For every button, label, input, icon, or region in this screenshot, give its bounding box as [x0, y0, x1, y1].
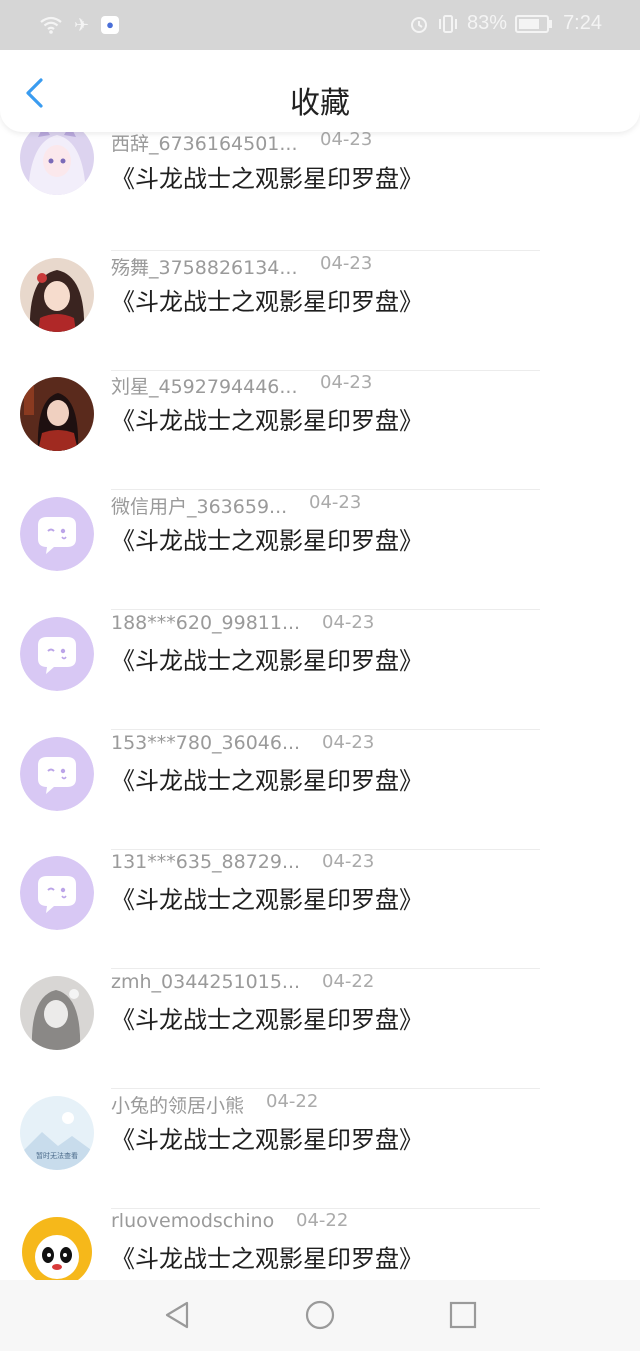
list-item[interactable]: 暂时无法查看 小兔的领居小熊 04-22 《斗龙战士之观影星印罗盘》: [0, 1089, 640, 1209]
content-title: 《斗龙战士之观影星印罗盘》: [111, 165, 423, 193]
content-title: 《斗龙战士之观影星印罗盘》: [111, 527, 423, 556]
status-left-icons: ✈ ●: [40, 13, 120, 37]
username: zmh_0344251015...: [111, 970, 301, 993]
content-title: 《斗龙战士之观影星印罗盘》: [111, 766, 423, 795]
home-circle-icon[interactable]: [305, 1300, 335, 1330]
header: 收藏: [0, 50, 640, 132]
username: 刘星_4592794446...: [111, 376, 298, 399]
content-title: 《斗龙战士之观影星印罗盘》: [111, 1005, 423, 1034]
list-item[interactable]: 188***620_99811... 04-23 《斗龙战士之观影星印罗盘》: [0, 610, 640, 730]
date: 04-22: [322, 970, 375, 992]
username: 微信用户_363659...: [111, 496, 288, 519]
clock: 7:24: [563, 12, 602, 34]
favorites-list: 西辞_6736164501... 04-23 《斗龙战士之观影星印罗盘》 殇舞_37…: [0, 132, 640, 1280]
content-title: 《斗龙战士之观影星印罗盘》: [111, 1245, 423, 1274]
avatar[interactable]: [20, 132, 94, 195]
list-item[interactable]: rluovemodschino 04-22 《斗龙战士之观影星印罗盘》: [0, 1208, 640, 1280]
airplane-icon: ✈: [74, 15, 90, 35]
status-bar: ✈ ● 83% 7:24: [0, 0, 640, 50]
date: 04-23: [322, 851, 375, 873]
list-item[interactable]: 153***780_36046... 04-23 《斗龙战士之观影星印罗盘》: [0, 730, 640, 850]
avatar[interactable]: [20, 1215, 94, 1280]
list-item[interactable]: 微信用户_363659... 04-23 《斗龙战士之观影星印罗盘》: [0, 490, 640, 611]
content-title: 《斗龙战士之观影星印罗盘》: [111, 1125, 423, 1154]
date: 04-23: [320, 372, 373, 394]
alarm-icon: [411, 16, 428, 33]
avatar[interactable]: [20, 497, 94, 572]
list-item[interactable]: 131***635_88729... 04-23 《斗龙战士之观影星印罗盘》: [0, 849, 640, 970]
recents-square-icon[interactable]: [448, 1300, 478, 1330]
date: 04-23: [309, 492, 362, 514]
username: 小兔的领居小熊: [111, 1094, 245, 1117]
list-item[interactable]: 刘星_4592794446... 04-23 《斗龙战士之观影星印罗盘》: [0, 370, 640, 491]
content-title: 《斗龙战士之观影星印罗盘》: [111, 407, 423, 436]
vibrate-icon: [439, 14, 458, 33]
avatar[interactable]: 暂时无法查看: [20, 1095, 94, 1170]
avatar[interactable]: [20, 975, 94, 1050]
content-title: 《斗龙战士之观影星印罗盘》: [111, 886, 423, 915]
list-item[interactable]: zmh_0344251015... 04-22 《斗龙战士之观影星印罗盘》: [0, 969, 640, 1089]
page-title: 收藏: [290, 86, 350, 121]
date: 04-22: [296, 1210, 349, 1232]
avatar[interactable]: [20, 257, 94, 332]
content-title: 《斗龙战士之观影星印罗盘》: [111, 287, 423, 316]
username: 131***635_88729...: [111, 851, 301, 874]
list-item[interactable]: 西辞_6736164501... 04-23 《斗龙战士之观影星印罗盘》: [0, 132, 640, 251]
status-right-icons: 83% 7:24: [409, 12, 602, 35]
username: 153***780_36046...: [111, 731, 301, 754]
username: 西辞_6736164501...: [111, 133, 298, 155]
avatar[interactable]: [20, 736, 94, 811]
avatar[interactable]: [20, 856, 94, 931]
username: rluovemodschino: [111, 1210, 275, 1233]
list-item[interactable]: 殇舞_3758826134... 04-23 《斗龙战士之观影星印罗盘》: [0, 251, 640, 371]
content-title: 《斗龙战士之观影星印罗盘》: [111, 646, 423, 675]
wifi-icon: [40, 16, 62, 34]
back-triangle-icon[interactable]: [162, 1300, 192, 1330]
navigation-bar: [0, 1280, 640, 1351]
date: 04-23: [320, 252, 373, 274]
avatar[interactable]: [20, 616, 94, 691]
baidu-paw-icon: ●: [101, 16, 120, 34]
date: 04-22: [266, 1090, 319, 1112]
avatar[interactable]: [20, 377, 94, 452]
battery-percent: 83%: [467, 12, 508, 34]
svg-text:暂时无法查看: 暂时无法查看: [36, 1151, 78, 1160]
username: 188***620_99811...: [111, 611, 301, 634]
date: 04-23: [322, 611, 375, 633]
date: 04-23: [322, 731, 375, 753]
date: 04-23: [320, 132, 373, 150]
battery-icon: [515, 14, 553, 33]
username: 殇舞_3758826134...: [111, 256, 298, 279]
